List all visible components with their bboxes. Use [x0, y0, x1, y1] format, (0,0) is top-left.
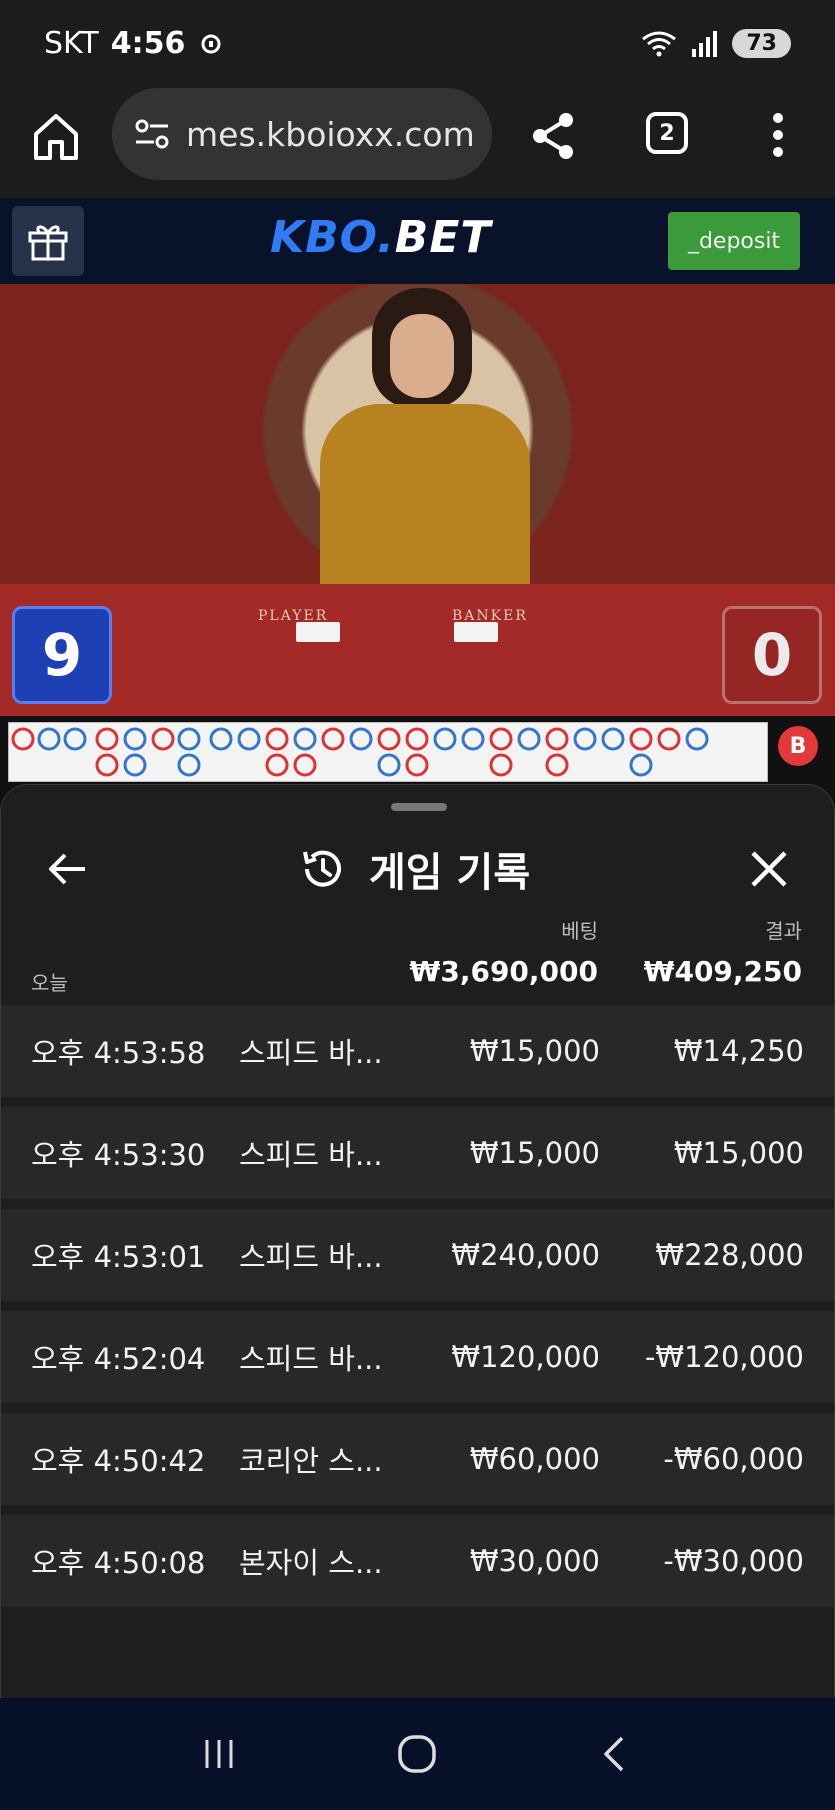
row-result: -₩30,000 — [663, 1544, 804, 1578]
row-time: 오후 4:50:42 — [31, 1444, 206, 1478]
table-felt — [0, 584, 835, 716]
row-time: 오후 4:53:01 — [31, 1240, 206, 1274]
wifi-icon — [642, 31, 677, 57]
site-header: KBO.BET _deposit — [0, 198, 835, 284]
share-icon[interactable] — [530, 110, 576, 162]
tab-switcher-button[interactable]: 2 — [646, 112, 688, 154]
recent-apps-icon[interactable] — [197, 1732, 241, 1776]
logo-part-kbo: KBO. — [270, 212, 395, 263]
deposit-button[interactable]: _deposit — [668, 212, 800, 270]
row-time: 오후 4:53:58 — [31, 1036, 206, 1070]
history-row[interactable]: 오후 4:52:04 스피드 바... ₩120,000 -₩120,000 — [1, 1311, 834, 1403]
site-settings-icon[interactable] — [132, 114, 172, 154]
row-result: -₩60,000 — [663, 1442, 804, 1476]
row-bet: ₩120,000 — [451, 1340, 600, 1374]
status-bar: SKT 4:56 73 — [0, 0, 835, 86]
address-bar[interactable]: mes.kboioxx.com — [112, 88, 492, 180]
browser-toolbar: mes.kboioxx.com 2 — [0, 86, 835, 198]
history-row[interactable]: 오후 4:50:42 코리안 스... ₩60,000 -₩60,000 — [1, 1413, 834, 1505]
history-row[interactable]: 오후 4:50:08 본자이 스... ₩30,000 -₩30,000 — [1, 1515, 834, 1607]
row-time: 오후 4:50:08 — [31, 1546, 206, 1580]
dealer-face — [390, 314, 454, 398]
row-time: 오후 4:53:30 — [31, 1138, 206, 1172]
clock: 4:56 — [110, 25, 186, 61]
close-icon[interactable] — [747, 847, 791, 891]
game-history-sheet: 게임 기록 베팅 결과 오늘 ₩3,690,000 ₩409,250 오후 4:… — [0, 784, 835, 1698]
row-game: 스피드 바... — [239, 1138, 383, 1172]
row-bet: ₩15,000 — [469, 1034, 600, 1068]
home-nav-icon[interactable] — [395, 1732, 439, 1776]
gift-icon — [28, 225, 68, 261]
bet-column-header: 베팅 — [561, 919, 598, 943]
system-nav-bar — [0, 1698, 835, 1810]
row-result: -₩120,000 — [644, 1340, 804, 1374]
row-bet: ₩240,000 — [451, 1238, 600, 1272]
url-text: mes.kboioxx.com — [186, 114, 475, 154]
row-game: 스피드 바... — [239, 1036, 383, 1070]
home-icon[interactable] — [32, 110, 80, 162]
live-video[interactable]: PLAYER BANKER 9 0 — [0, 284, 835, 716]
signal-icon — [692, 31, 718, 57]
sheet-title-text: 게임 기록 — [369, 850, 531, 896]
bead-road — [8, 722, 768, 782]
history-list: 오후 4:53:58 스피드 바... ₩15,000 ₩14,250 오후 4… — [1, 1005, 834, 1617]
lock-icon — [201, 34, 221, 54]
total-bet: ₩3,690,000 — [409, 955, 598, 988]
gift-button[interactable] — [12, 206, 84, 276]
row-result: ₩14,250 — [673, 1034, 804, 1068]
today-label: 오늘 — [31, 971, 68, 995]
player-cards — [296, 622, 340, 642]
row-result: ₩15,000 — [673, 1136, 804, 1170]
row-result: ₩228,000 — [655, 1238, 804, 1272]
row-time: 오후 4:52:04 — [31, 1342, 206, 1376]
back-nav-icon[interactable] — [594, 1732, 638, 1776]
total-result: ₩409,250 — [643, 955, 802, 988]
row-bet: ₩60,000 — [469, 1442, 600, 1476]
carrier-label: SKT — [44, 25, 99, 61]
row-bet: ₩30,000 — [469, 1544, 600, 1578]
more-options-icon[interactable] — [770, 112, 786, 158]
row-game: 본자이 스... — [239, 1546, 383, 1580]
banker-road-badge: B — [778, 726, 818, 766]
row-game: 코리안 스... — [239, 1444, 383, 1478]
road-circles — [11, 727, 709, 777]
history-row[interactable]: 오후 4:53:58 스피드 바... ₩15,000 ₩14,250 — [1, 1005, 834, 1097]
history-row[interactable]: 오후 4:53:30 스피드 바... ₩15,000 ₩15,000 — [1, 1107, 834, 1199]
result-column-header: 결과 — [765, 919, 802, 943]
row-game: 스피드 바... — [239, 1342, 383, 1376]
banker-score: 0 — [722, 606, 822, 704]
battery-indicator: 73 — [732, 28, 791, 58]
history-row[interactable]: 오후 4:53:01 스피드 바... ₩240,000 ₩228,000 — [1, 1209, 834, 1301]
history-icon — [303, 850, 341, 887]
back-arrow-icon[interactable] — [45, 847, 89, 891]
site-logo[interactable]: KBO.BET — [270, 212, 491, 263]
row-game: 스피드 바... — [239, 1240, 383, 1274]
player-score: 9 — [12, 606, 112, 704]
sheet-title: 게임 기록 — [299, 839, 530, 899]
row-bet: ₩15,000 — [469, 1136, 600, 1170]
banker-cards — [454, 622, 498, 642]
sheet-drag-handle[interactable] — [391, 803, 447, 811]
dealer-body — [320, 404, 530, 604]
logo-part-bet: BET — [394, 212, 492, 263]
